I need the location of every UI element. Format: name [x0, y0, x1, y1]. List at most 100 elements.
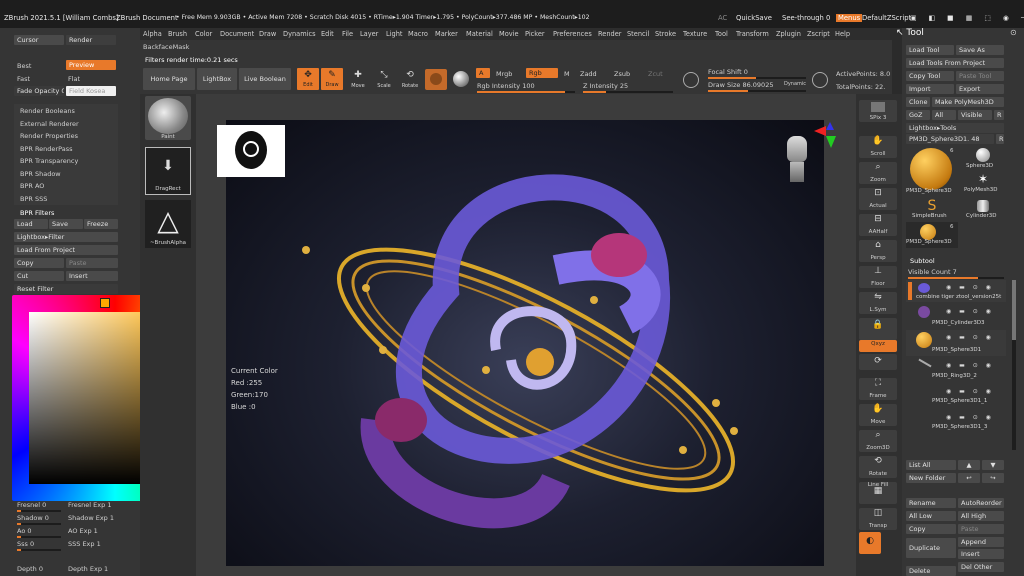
menu-color[interactable]: Color — [195, 30, 212, 38]
rgb-button[interactable]: Rgb — [526, 68, 558, 78]
spix-button[interactable]: SPix 3 — [859, 100, 897, 122]
menu-alpha[interactable]: Alpha — [143, 30, 162, 38]
floor-button[interactable]: ⊥ Floor — [859, 266, 897, 288]
mrgb-button[interactable]: Mrgb — [496, 70, 512, 78]
default-zscript-button[interactable]: DefaultZScript — [862, 14, 911, 22]
palette-close-icon[interactable]: ⊙ — [1010, 28, 1017, 37]
depth-slider[interactable]: Depth 0 — [17, 565, 43, 573]
copy-tool-button[interactable]: Copy Tool — [906, 71, 954, 81]
rotate-axis-button[interactable]: ⟳ — [859, 354, 897, 370]
stroke-slot[interactable]: ⬇ DragRect — [145, 147, 191, 195]
flat-render-button[interactable]: Flat — [68, 75, 80, 83]
zcut-button[interactable]: Zcut — [648, 70, 663, 78]
save-as-button[interactable]: Save As — [956, 45, 1004, 55]
solo-button[interactable]: ◐ — [859, 532, 881, 554]
edit-button[interactable]: ✥ Edit — [297, 68, 319, 90]
subtool-row-5[interactable]: PM3D_Sphere3D1_1 ◉ ▬ ⊙ ◉ — [906, 384, 1006, 408]
focal-shift-track[interactable] — [708, 77, 806, 79]
best-render-button[interactable]: Best — [17, 62, 31, 70]
scroll-button[interactable]: ✋ Scroll — [859, 136, 897, 158]
lightbox-button[interactable]: LightBox — [197, 68, 237, 90]
live-boolean-button[interactable]: Live Boolean — [239, 68, 291, 90]
bpr-transparency-section[interactable]: BPR Transparency — [20, 157, 78, 165]
render-properties-section[interactable]: Render Properties — [20, 132, 78, 140]
visible-count-track[interactable] — [908, 277, 1004, 279]
subtool-row-1[interactable]: combine tiger ztool_version25t ◉ ▬ ⊙ ◉ — [906, 280, 1006, 302]
zoom3d-button[interactable]: ⌕ Zoom3D — [859, 430, 897, 452]
menu-movie[interactable]: Movie — [499, 30, 519, 38]
move-view-button[interactable]: ✋ Move — [859, 404, 897, 426]
tool-thumb-sphere3d[interactable]: Sphere3D — [962, 146, 1004, 172]
load-tool-button[interactable]: Load Tool — [906, 45, 954, 55]
actual-button[interactable]: ⊡ Actual — [859, 188, 897, 210]
lsym-button[interactable]: ⇋ L.Sym — [859, 292, 897, 314]
menu-document[interactable]: Document — [220, 30, 254, 38]
subtool-5-visibility-icon[interactable]: ◉ ▬ ⊙ ◉ — [946, 388, 994, 395]
subtool-copy-button[interactable]: Copy — [906, 524, 956, 534]
subtool-row-3[interactable]: PM3D_Sphere3D1 ◉ ▬ ⊙ ◉ — [906, 330, 1006, 356]
current-tool-slider[interactable]: PM3D_Sphere3D1. 48 — [906, 134, 994, 144]
menu-texture[interactable]: Texture — [683, 30, 707, 38]
aahalf-button[interactable]: ⊟ AAHalf — [859, 214, 897, 236]
export-button[interactable]: Export — [956, 84, 1004, 94]
sss-track[interactable] — [17, 549, 61, 551]
scale-button[interactable]: ⤡ Scale — [373, 68, 395, 90]
menu-brush[interactable]: Brush — [168, 30, 187, 38]
shadow-track[interactable] — [17, 523, 61, 525]
draw-size-slider[interactable]: Draw Size 86.09025 — [708, 81, 773, 89]
shadow-exp-slider[interactable]: Shadow Exp 1 — [68, 514, 114, 522]
all-high-button[interactable]: All High — [958, 511, 1004, 521]
make-polymesh-button[interactable]: Make PolyMesh3D — [932, 97, 1004, 107]
draw-button[interactable]: ✎ Draw — [321, 68, 343, 90]
rotate-view-button[interactable]: ⟲ Rotate — [859, 456, 897, 478]
cursor-button[interactable]: Cursor — [14, 35, 64, 45]
quicksave-button[interactable]: QuickSave — [736, 14, 772, 22]
window-controls-icon[interactable]: ▣ ◧ ■ ▦ ⬚ ◉ ─ ▢ ✕ — [910, 14, 1024, 22]
rgb-intensity-track[interactable] — [477, 91, 575, 93]
load-from-project-button[interactable]: Load From Project — [14, 245, 118, 255]
arrow-right-icon[interactable]: ↪ — [982, 473, 1004, 483]
tool-thumb-polymesh3d[interactable]: ✶ PolyMesh3D — [962, 172, 1004, 196]
focal-shift-slider[interactable]: Focal Shift 0 — [708, 68, 748, 76]
fresnel-slider[interactable]: Fresnel 0 — [17, 501, 46, 509]
field-input[interactable]: Field Kosea — [66, 86, 116, 96]
alpha-slot[interactable]: △ ~BrushAlpha — [145, 200, 191, 248]
sss-slider[interactable]: Sss 0 — [17, 540, 34, 548]
menu-zplugin[interactable]: Zplugin — [776, 30, 801, 38]
menu-render[interactable]: Render — [598, 30, 621, 38]
persp-button[interactable]: ⌂ Persp — [859, 240, 897, 262]
r-button[interactable]: R — [994, 110, 1004, 120]
bpr-sss-section[interactable]: BPR SSS — [20, 195, 47, 203]
filter-load-button[interactable]: Load — [14, 219, 48, 229]
menu-light[interactable]: Light — [386, 30, 402, 38]
fade-opacity-slider[interactable]: Fade Opacity 0 — [14, 86, 64, 96]
subtool-scrollbar-thumb[interactable] — [1012, 280, 1016, 340]
bpr-ao-section[interactable]: BPR AO — [20, 182, 44, 190]
linefill-button[interactable]: ▦ Line Fill — [859, 482, 897, 504]
lightbox-filter-button[interactable]: Lightbox▸Filter — [14, 232, 118, 242]
load-tools-from-project-button[interactable]: Load Tools From Project — [906, 58, 1004, 68]
bpr-shadow-section[interactable]: BPR Shadow — [20, 170, 61, 178]
menu-preferences[interactable]: Preferences — [553, 30, 592, 38]
hue-marker-icon[interactable] — [100, 298, 110, 308]
subtool-2-visibility-icon[interactable]: ◉ ▬ ⊙ ◉ — [946, 308, 994, 315]
bpr-renderpass-section[interactable]: BPR RenderPass — [20, 145, 73, 153]
menu-stencil[interactable]: Stencil — [627, 30, 649, 38]
menu-tool[interactable]: Tool — [715, 30, 728, 38]
lightbox-tools-button[interactable]: Lightbox▸Tools — [906, 123, 1004, 133]
filter-paste-button[interactable]: Paste — [66, 258, 118, 268]
menu-stroke[interactable]: Stroke — [655, 30, 676, 38]
subtool-3-visibility-icon[interactable]: ◉ ▬ ⊙ ◉ — [946, 334, 994, 341]
subtool-row-6[interactable]: PM3D_Sphere3D1_3 ◉ ▬ ⊙ ◉ — [906, 410, 1006, 434]
depth-exp-slider[interactable]: Depth Exp 1 — [68, 565, 108, 573]
render-button[interactable]: Render — [66, 35, 116, 45]
tool-thumb-pm3d-sphere-2[interactable]: 6 PM3D_Sphere3D — [906, 222, 958, 248]
ao-exp-slider[interactable]: AO Exp 1 — [68, 527, 98, 535]
new-folder-button[interactable]: New Folder — [906, 473, 956, 483]
filter-save-button[interactable]: Save — [49, 219, 83, 229]
subtool-row-2[interactable]: PM3D_Cylinder3D3 ◉ ▬ ⊙ ◉ — [906, 304, 1006, 328]
xyz-button[interactable]: Qxyz — [859, 340, 897, 352]
lock-button[interactable]: 🔒 — [859, 318, 897, 340]
subtool-section[interactable]: Subtool — [910, 257, 935, 265]
current-tool-r-button[interactable]: R — [996, 134, 1004, 144]
